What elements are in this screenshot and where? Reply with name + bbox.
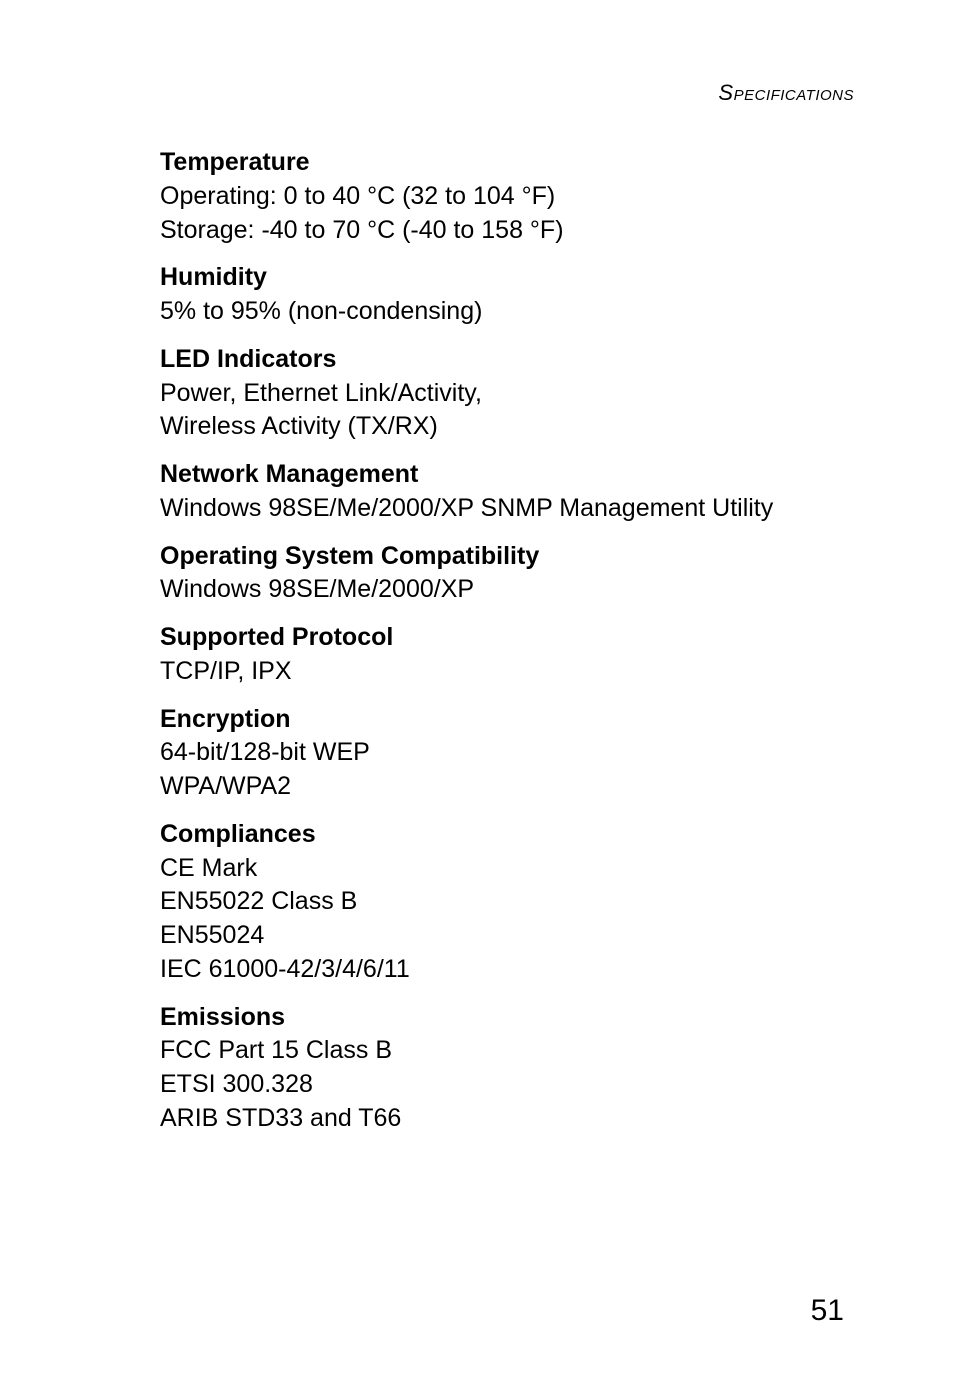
text-line: Wireless Activity (TX/RX) [160,410,854,444]
heading-emissions: Emissions [160,1001,854,1035]
text-line: Windows 98SE/Me/2000/XP [160,573,854,607]
text-line: ETSI 300.328 [160,1068,854,1102]
section-network-management: Network Management Windows 98SE/Me/2000/… [160,458,854,526]
heading-encryption: Encryption [160,703,854,737]
heading-led-indicators: LED Indicators [160,343,854,377]
text-line: Power, Ethernet Link/Activity, [160,377,854,411]
heading-os-compatibility: Operating System Compatibility [160,540,854,574]
section-emissions: Emissions FCC Part 15 Class B ETSI 300.3… [160,1001,854,1136]
section-temperature: Temperature Operating: 0 to 40 °C (32 to… [160,146,854,247]
heading-humidity: Humidity [160,261,854,295]
text-line: EN55024 [160,919,854,953]
section-os-compatibility: Operating System Compatibility Windows 9… [160,540,854,608]
section-humidity: Humidity 5% to 95% (non-condensing) [160,261,854,329]
heading-compliances: Compliances [160,818,854,852]
text-line: Windows 98SE/Me/2000/XP SNMP Management … [160,492,854,526]
heading-network-management: Network Management [160,458,854,492]
text-line: Operating: 0 to 40 °C (32 to 104 °F) [160,180,854,214]
text-line: IEC 61000-42/3/4/6/11 [160,953,854,987]
page-number: 51 [811,1294,844,1328]
text-line: WPA/WPA2 [160,770,854,804]
text-line: EN55022 Class B [160,885,854,919]
header-section-label: Specifications [160,80,854,106]
heading-temperature: Temperature [160,146,854,180]
text-line: Storage: -40 to 70 °C (-40 to 158 °F) [160,214,854,248]
text-line: FCC Part 15 Class B [160,1034,854,1068]
text-line: 64-bit/128-bit WEP [160,736,854,770]
section-compliances: Compliances CE Mark EN55022 Class B EN55… [160,818,854,987]
section-supported-protocol: Supported Protocol TCP/IP, IPX [160,621,854,689]
section-led-indicators: LED Indicators Power, Ethernet Link/Acti… [160,343,854,444]
section-encryption: Encryption 64-bit/128-bit WEP WPA/WPA2 [160,703,854,804]
text-line: CE Mark [160,852,854,886]
text-line: TCP/IP, IPX [160,655,854,689]
text-line: 5% to 95% (non-condensing) [160,295,854,329]
text-line: ARIB STD33 and T66 [160,1102,854,1136]
heading-supported-protocol: Supported Protocol [160,621,854,655]
